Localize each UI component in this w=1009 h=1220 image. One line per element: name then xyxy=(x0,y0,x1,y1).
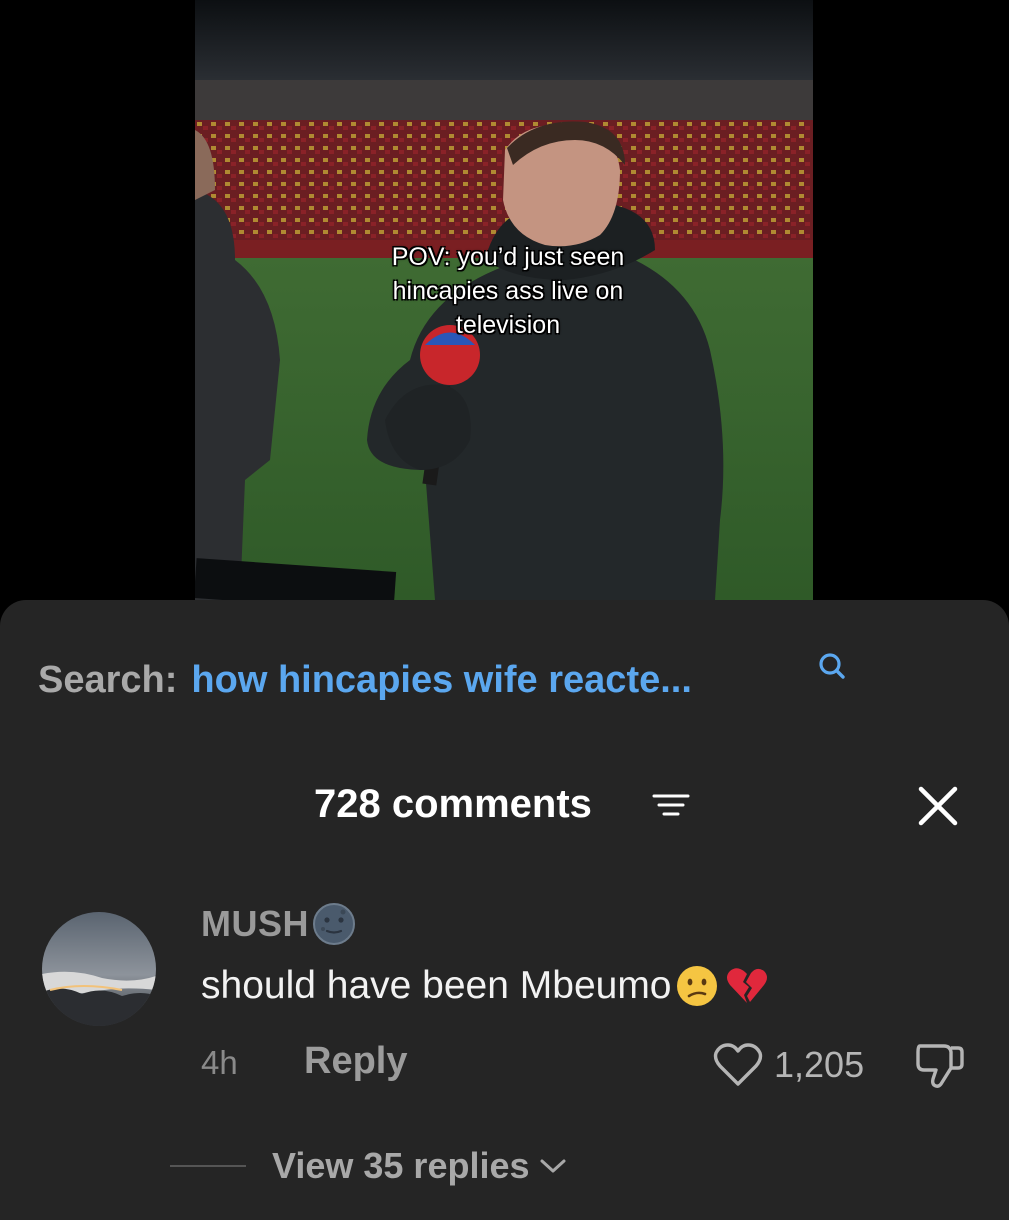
video-player[interactable]: POV: you’d just seen hincapies ass live … xyxy=(0,0,1009,600)
new-moon-face-emoji-icon xyxy=(313,903,355,945)
thumbs-down-icon[interactable] xyxy=(914,1040,966,1090)
confused-face-emoji-icon xyxy=(676,966,717,1006)
comments-count-title: 728 comments xyxy=(314,782,592,826)
caption-line: hincapies ass live on xyxy=(392,277,624,305)
comment-username[interactable]: MUSH xyxy=(201,903,309,945)
comment-header: MUSH xyxy=(201,900,357,948)
comment-actions: 4h Reply 1,205 xyxy=(201,1038,971,1090)
close-icon[interactable] xyxy=(916,784,960,828)
replies-divider xyxy=(170,1165,246,1167)
comments-header: 728 comments xyxy=(0,778,1009,830)
search-prefix-label: Search: xyxy=(38,658,178,701)
video-frame[interactable]: POV: you’d just seen hincapies ass live … xyxy=(195,0,813,600)
chevron-down-icon xyxy=(540,1159,566,1173)
heart-outline-icon[interactable] xyxy=(712,1042,764,1088)
view-replies-button[interactable]: View 35 replies xyxy=(272,1145,530,1187)
reply-button[interactable]: Reply xyxy=(304,1040,407,1083)
view-replies-row[interactable]: View 35 replies xyxy=(170,1140,568,1192)
caption-line: POV: you’d just seen xyxy=(391,243,625,271)
sort-icon[interactable] xyxy=(650,790,692,820)
video-caption: POV: you’d just seen hincapies ass live … xyxy=(195,240,813,342)
avatar[interactable] xyxy=(42,912,156,1026)
search-suggestion[interactable]: Search: how hincapies wife reacte... xyxy=(38,654,692,706)
comment-timestamp: 4h xyxy=(201,1044,238,1081)
search-icon[interactable] xyxy=(815,650,849,684)
like-count: 1,205 xyxy=(774,1044,865,1085)
comment-text: should have been Mbeumo xyxy=(201,964,672,1007)
comment-body: should have been Mbeumo xyxy=(201,958,770,1014)
avatar-image xyxy=(42,912,156,1026)
caption-line: television xyxy=(455,311,561,339)
broken-heart-emoji-icon xyxy=(726,968,767,1003)
search-query-link[interactable]: how hincapies wife reacte... xyxy=(191,659,692,702)
